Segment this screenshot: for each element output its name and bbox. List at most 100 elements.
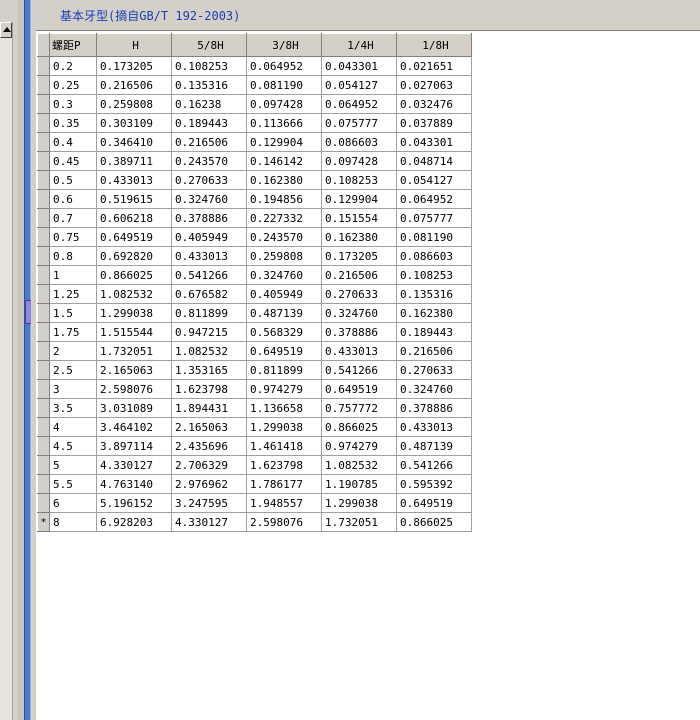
row-selector[interactable] [37, 436, 50, 456]
table-row[interactable]: 0.5 0.433013 0.270633 0.162380 0.108253 0.054… [37, 170, 472, 190]
grid-cell[interactable]: 0.541266 [321, 360, 397, 380]
row-selector[interactable] [37, 398, 50, 418]
grid-cell[interactable]: 0.811899 [171, 303, 247, 323]
table-row[interactable]: 0.7 0.606218 0.378886 0.227332 0.151554 0.075… [37, 208, 472, 228]
grid-cell[interactable]: 0.35 [49, 113, 97, 133]
grid-cell[interactable]: 0.324760 [246, 265, 322, 285]
grid-cell[interactable]: 0.113666 [246, 113, 322, 133]
grid-cell[interactable]: 0.8 [49, 246, 97, 266]
grid-cell[interactable]: 0.086603 [396, 246, 472, 266]
grid-cell[interactable]: 0.054127 [321, 75, 397, 95]
grid-cell[interactable]: 0.974279 [321, 436, 397, 456]
row-selector[interactable] [37, 208, 50, 228]
grid-cell[interactable]: 0.541266 [171, 265, 247, 285]
grid-cell[interactable]: 8 [49, 512, 97, 532]
grid-cell[interactable]: 0.081190 [246, 75, 322, 95]
grid-cell[interactable]: 0.947215 [171, 322, 247, 342]
grid-cell[interactable]: 0.270633 [171, 170, 247, 190]
grid-cell[interactable]: 0.4 [49, 132, 97, 152]
row-selector[interactable] [37, 379, 50, 399]
row-selector[interactable] [37, 151, 50, 171]
grid-cell[interactable]: 0.173205 [321, 246, 397, 266]
grid-cell[interactable]: 0.108253 [171, 56, 247, 76]
row-selector[interactable] [37, 246, 50, 266]
grid-cell[interactable]: 0.487139 [396, 436, 472, 456]
grid-cell[interactable]: 1.948557 [246, 493, 322, 513]
table-row[interactable]: 6 5.196152 3.247595 1.948557 1.299038 0.64951… [37, 493, 472, 513]
grid-cell[interactable]: 0.649519 [96, 227, 172, 247]
grid-cell[interactable]: 0.227332 [246, 208, 322, 228]
grid-cell[interactable]: 0.043301 [396, 132, 472, 152]
row-selector[interactable] [37, 322, 50, 342]
grid-cell[interactable]: 3.247595 [171, 493, 247, 513]
grid-cell[interactable]: 0.270633 [396, 360, 472, 380]
table-row[interactable]: 2.5 2.165063 1.353165 0.811899 0.541266 0.270… [37, 360, 472, 380]
grid-cell[interactable]: 0.021651 [396, 56, 472, 76]
grid-cell[interactable]: 1.082532 [321, 455, 397, 475]
grid-cell[interactable]: 1.732051 [96, 341, 172, 361]
grid-cell[interactable]: 1.299038 [96, 303, 172, 323]
grid-cell[interactable]: 0.16238 [171, 94, 247, 114]
grid-cell[interactable]: 0.433013 [321, 341, 397, 361]
grid-cell[interactable]: 4.330127 [171, 512, 247, 532]
grid-cell[interactable]: 2.598076 [246, 512, 322, 532]
grid-cell[interactable]: 5 [49, 455, 97, 475]
grid-cell[interactable]: 0.2 [49, 56, 97, 76]
grid-cell[interactable]: 0.173205 [96, 56, 172, 76]
grid-cell[interactable]: 0.189443 [396, 322, 472, 342]
grid-cell[interactable]: 0.595392 [396, 474, 472, 494]
table-row[interactable]: 1.5 1.299038 0.811899 0.487139 0.324760 0.162… [37, 303, 472, 323]
grid-cell[interactable]: 0.027063 [396, 75, 472, 95]
grid-cell[interactable]: 1.082532 [96, 284, 172, 304]
row-selector[interactable] [37, 227, 50, 247]
row-selector[interactable]: * [37, 512, 50, 532]
grid-cell[interactable]: 2.706329 [171, 455, 247, 475]
grid-cell[interactable]: 1.894431 [171, 398, 247, 418]
grid-cell[interactable]: 1.299038 [321, 493, 397, 513]
grid-cell[interactable]: 0.324760 [396, 379, 472, 399]
grid-cell[interactable]: 0.162380 [246, 170, 322, 190]
grid-cell[interactable]: 0.243570 [246, 227, 322, 247]
row-selector[interactable] [37, 94, 50, 114]
grid-cell[interactable]: 1.353165 [171, 360, 247, 380]
row-selector[interactable] [37, 284, 50, 304]
grid-cell[interactable]: 0.162380 [396, 303, 472, 323]
grid-cell[interactable]: 1.136658 [246, 398, 322, 418]
column-header[interactable]: 1/8H [396, 33, 472, 57]
grid-cell[interactable]: 0.433013 [171, 246, 247, 266]
grid-cell[interactable]: 1.299038 [246, 417, 322, 437]
grid-cell[interactable]: 0.135316 [171, 75, 247, 95]
grid-cell[interactable]: 0.541266 [396, 455, 472, 475]
grid-cell[interactable]: 2.435696 [171, 436, 247, 456]
grid-cell[interactable]: 0.649519 [321, 379, 397, 399]
corner-header[interactable] [37, 33, 50, 57]
grid-cell[interactable]: 0.433013 [396, 417, 472, 437]
grid-cell[interactable]: 0.108253 [321, 170, 397, 190]
grid-cell[interactable]: 0.568329 [246, 322, 322, 342]
row-selector[interactable] [37, 132, 50, 152]
grid-cell[interactable]: 3.464102 [96, 417, 172, 437]
scroll-up-button[interactable] [0, 22, 12, 38]
grid-cell[interactable]: 1.786177 [246, 474, 322, 494]
grid-cell[interactable]: 0.7 [49, 208, 97, 228]
grid-cell[interactable]: 4 [49, 417, 97, 437]
grid-cell[interactable]: 0.054127 [396, 170, 472, 190]
grid-cell[interactable]: 3.897114 [96, 436, 172, 456]
grid-cell[interactable]: 0.25 [49, 75, 97, 95]
grid-cell[interactable]: 0.606218 [96, 208, 172, 228]
grid-cell[interactable]: 6.928203 [96, 512, 172, 532]
grid-cell[interactable]: 0.378886 [396, 398, 472, 418]
grid-cell[interactable]: 3 [49, 379, 97, 399]
grid-cell[interactable]: 0.487139 [246, 303, 322, 323]
table-row[interactable]: 1.75 1.515544 0.947215 0.568329 0.378886 0.18… [37, 322, 472, 342]
grid-cell[interactable]: 0.146142 [246, 151, 322, 171]
grid-cell[interactable]: 2.165063 [171, 417, 247, 437]
grid-cell[interactable]: 0.405949 [171, 227, 247, 247]
grid-cell[interactable]: 0.075777 [396, 208, 472, 228]
table-row[interactable]: 1.25 1.082532 0.676582 0.405949 0.270633 0.13… [37, 284, 472, 304]
column-header[interactable]: 5/8H [171, 33, 247, 57]
table-row[interactable]: 0.35 0.303109 0.189443 0.113666 0.075777 0.03… [37, 113, 472, 133]
row-selector[interactable] [37, 170, 50, 190]
grid-cell[interactable]: 0.6 [49, 189, 97, 209]
row-selector[interactable] [37, 474, 50, 494]
